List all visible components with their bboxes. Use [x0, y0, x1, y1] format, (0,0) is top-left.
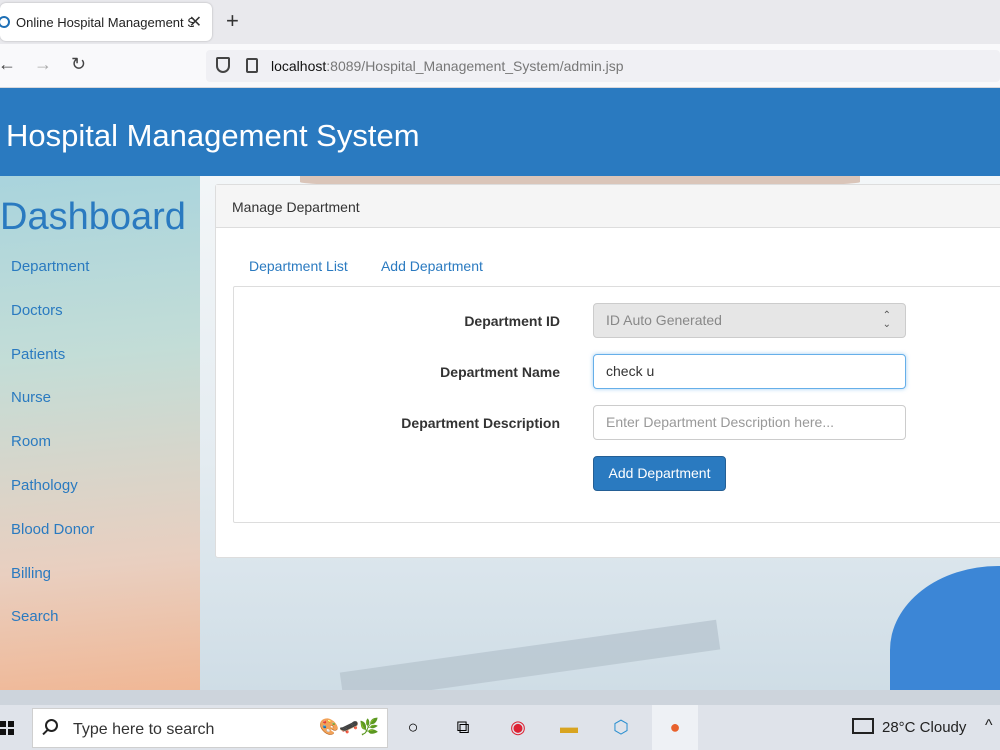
sidebar-title: Dashboard	[0, 196, 186, 238]
search-highlight-icon[interactable]: 🎨🛹🌿	[319, 717, 379, 737]
sidebar-menu: Department Doctors Patients Nurse Room P…	[11, 258, 94, 652]
shield-icon[interactable]	[216, 57, 230, 73]
system-tray-chevron-icon[interactable]: ^	[985, 717, 993, 735]
form-row-name: Department Name check u	[234, 354, 1000, 390]
department-id-label: Department ID	[464, 313, 560, 329]
search-icon	[45, 719, 58, 732]
tab-title: Online Hospital Management Sy	[16, 14, 194, 30]
manage-department-panel: Manage Department Department List Add De…	[215, 184, 1000, 558]
background-glove-decoration	[890, 566, 1000, 690]
panel-heading: Manage Department	[216, 185, 1000, 228]
browser-tab[interactable]: Online Hospital Management Sy ✕	[0, 3, 212, 41]
browser-tab-strip: Online Hospital Management Sy ✕ +	[0, 0, 1000, 44]
form-row-id: Department ID ID Auto Generated ⌃ ⌄	[234, 303, 1000, 339]
file-explorer-icon[interactable]: ▬	[556, 714, 582, 740]
sidebar: Dashboard Department Doctors Patients Nu…	[0, 176, 200, 690]
department-name-input[interactable]: check u	[593, 354, 906, 389]
select-arrows-icon: ⌃ ⌄	[882, 310, 891, 330]
form-row-description: Department Description Enter Department …	[234, 405, 1000, 441]
back-button[interactable]: ←	[0, 54, 16, 75]
taskbar-search-text: Type here to search	[73, 721, 215, 738]
site-favicon-icon	[0, 16, 10, 28]
firefox-icon[interactable]: ●	[662, 714, 688, 740]
sidebar-item-room[interactable]: Room	[11, 433, 94, 477]
news-weather-icon	[852, 718, 874, 734]
address-bar[interactable]: localhost:8089/Hospital_Management_Syste…	[206, 50, 1000, 82]
sidebar-item-search[interactable]: Search	[11, 608, 94, 652]
sidebar-item-billing[interactable]: Billing	[11, 565, 94, 609]
sidebar-item-doctors[interactable]: Doctors	[11, 302, 94, 346]
department-description-label: Department Description	[401, 415, 560, 431]
background-photo-decoration	[339, 619, 721, 690]
department-description-input[interactable]: Enter Department Description here...	[593, 405, 906, 440]
sidebar-item-pathology[interactable]: Pathology	[11, 477, 94, 521]
tab-department-list[interactable]: Department List	[249, 258, 348, 274]
department-name-label: Department Name	[440, 364, 560, 380]
sidebar-item-nurse[interactable]: Nurse	[11, 389, 94, 433]
weather-text: 28°C Cloudy	[882, 719, 967, 736]
sidebar-item-blood-donor[interactable]: Blood Donor	[11, 521, 94, 565]
taskbar-search-box[interactable]: Type here to search 🎨🛹🌿	[32, 708, 388, 748]
windows-start-icon[interactable]	[0, 721, 14, 735]
reload-button[interactable]: ↻	[71, 54, 86, 75]
new-tab-button[interactable]: +	[226, 8, 239, 34]
sidebar-item-department[interactable]: Department	[11, 258, 94, 302]
app-title: Hospital Management System	[6, 118, 420, 153]
page-bottom-strip	[0, 690, 1000, 705]
main-content: Manage Department Department List Add De…	[200, 176, 1000, 690]
browser-nav-bar: ← → ↻ localhost:8089/Hospital_Management…	[0, 44, 1000, 88]
cortana-icon[interactable]: ○	[400, 714, 426, 740]
app-header: Hospital Management System	[0, 88, 1000, 176]
add-department-form: Department ID ID Auto Generated ⌃ ⌄ Depar…	[233, 286, 1000, 523]
department-id-select[interactable]: ID Auto Generated ⌃ ⌄	[593, 303, 906, 338]
page-info-icon[interactable]	[246, 58, 258, 73]
forward-button[interactable]: →	[34, 54, 52, 75]
chrome-icon[interactable]: ◉	[505, 714, 531, 740]
task-view-icon[interactable]: ⧉	[450, 714, 476, 740]
url-text[interactable]: localhost:8089/Hospital_Management_Syste…	[271, 58, 624, 74]
sidebar-item-patients[interactable]: Patients	[11, 346, 94, 390]
windows-taskbar: Type here to search 🎨🛹🌿 ○ ⧉ ◉ ▬ ⬡ ● 28°C…	[0, 705, 1000, 750]
weather-widget[interactable]: 28°C Cloudy	[852, 718, 966, 736]
add-department-button[interactable]: Add Department	[593, 456, 726, 491]
tab-add-department[interactable]: Add Department	[381, 258, 483, 274]
department-tabs: Department List Add Department	[249, 258, 513, 274]
app-hexagon-icon[interactable]: ⬡	[608, 714, 634, 740]
close-tab-icon[interactable]: ✕	[189, 12, 202, 32]
